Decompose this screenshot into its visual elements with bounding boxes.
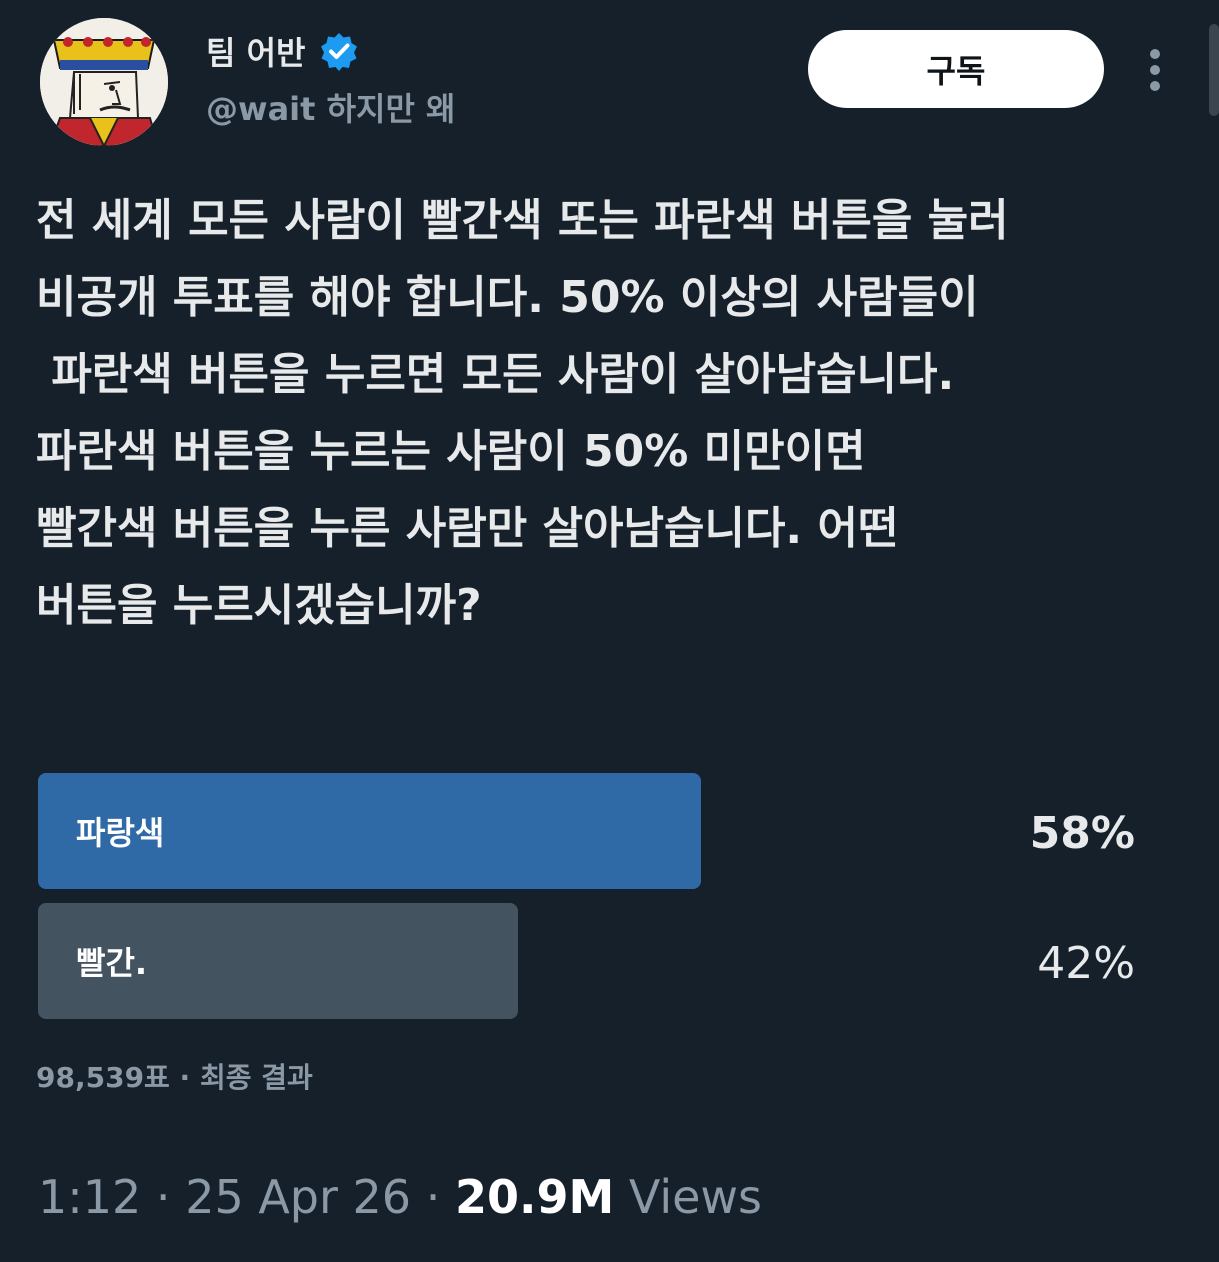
poll-option-label: 빨간. <box>76 944 148 982</box>
tweet-line: 비공개 투표를 해야 합니다. 50% 이상의 사람들이 <box>36 272 979 323</box>
display-name[interactable]: 팀 어반 <box>206 28 359 74</box>
poll-option-label: 파랑색 <box>76 814 165 852</box>
tweet-time[interactable]: 1:12 <box>38 1170 141 1224</box>
tweet-line: 파란색 버튼을 누르는 사람이 50% 미만이면 <box>36 426 866 477</box>
poll-option-red: 빨간. <box>38 903 518 1019</box>
poll-votes: 98,539표 <box>36 1061 170 1094</box>
poll-percent: 58% <box>1029 808 1135 859</box>
poll-meta: 98,539표 · 최종 결과 <box>36 1056 313 1096</box>
tweet-date[interactable]: 25 Apr 26 <box>185 1170 411 1224</box>
tweet-line: 전 세계 모든 사람이 빨간색 또는 파란색 버튼을 눌러 <box>36 195 1009 246</box>
poll-separator: · <box>169 1061 200 1094</box>
more-vertical-icon[interactable] <box>1146 48 1164 92</box>
poll-percent: 42% <box>1037 938 1135 989</box>
tweet-line: 파란색 버튼을 누르면 모든 사람이 살아남습니다. <box>36 349 955 400</box>
display-name-text[interactable]: 팀 어반 <box>206 28 305 74</box>
handle[interactable]: @wait 하지만 왜 <box>206 84 455 130</box>
tweet-line: 빨간색 버튼을 누른 사람만 살아남습니다. 어떤 <box>36 503 899 554</box>
tweet-meta: 1:12 · 25 Apr 26 · 20.9M Views <box>38 1170 762 1224</box>
avatar[interactable] <box>40 18 168 146</box>
tweet-line: 버튼을 누르시겠습니까? <box>36 580 482 631</box>
meta-separator: · <box>411 1170 455 1224</box>
views-label[interactable]: Views <box>614 1170 762 1224</box>
poll-status: 최종 결과 <box>199 1061 313 1094</box>
meta-separator: · <box>141 1170 186 1224</box>
scrollbar[interactable] <box>1209 24 1219 116</box>
poll-option-blue: 파랑색 <box>38 773 701 889</box>
subscribe-button[interactable]: 구독 <box>808 30 1104 108</box>
tweet-text: 전 세계 모든 사람이 빨간색 또는 파란색 버튼을 눌러 비공개 투표를 해야… <box>36 182 1136 644</box>
verified-badge-icon <box>321 33 358 71</box>
king-card-avatar-icon <box>40 18 168 146</box>
views-count[interactable]: 20.9M <box>455 1170 614 1224</box>
